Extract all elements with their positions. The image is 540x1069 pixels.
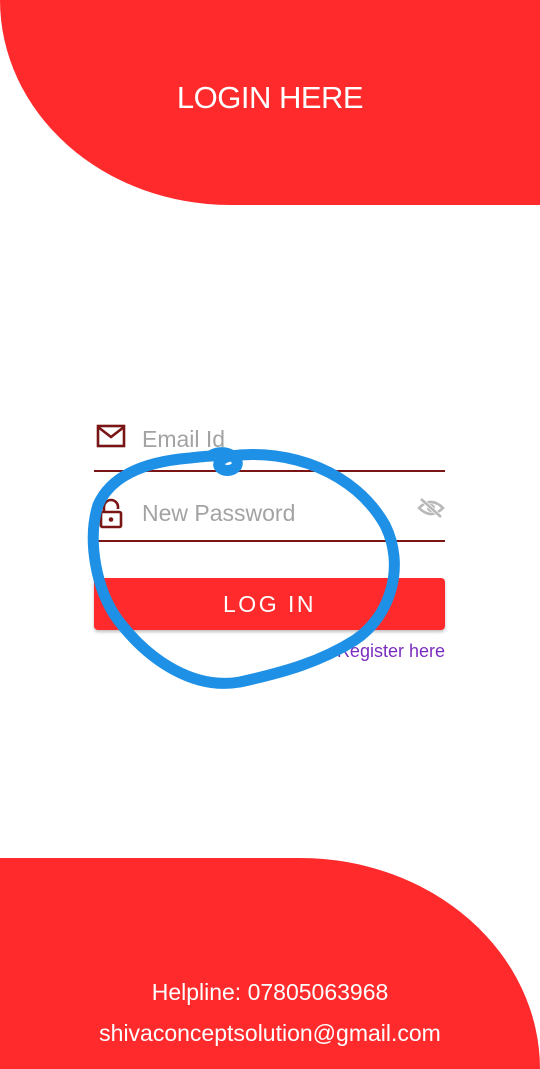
register-link[interactable]: Register here <box>337 640 445 662</box>
helpline-text: Helpline: 07805063968 <box>151 979 389 1005</box>
page-title: LOGIN HERE <box>176 80 364 115</box>
login-button[interactable]: LOG IN <box>94 578 445 630</box>
password-input[interactable] <box>142 496 402 530</box>
eye-off-icon[interactable] <box>417 496 445 525</box>
password-field <box>94 488 445 542</box>
mail-icon <box>96 424 126 453</box>
email-input[interactable] <box>142 422 402 456</box>
contact-email-text: shivaconceptsolution@gmail.com <box>99 1020 441 1046</box>
email-field <box>94 414 445 472</box>
lock-icon <box>96 498 126 535</box>
